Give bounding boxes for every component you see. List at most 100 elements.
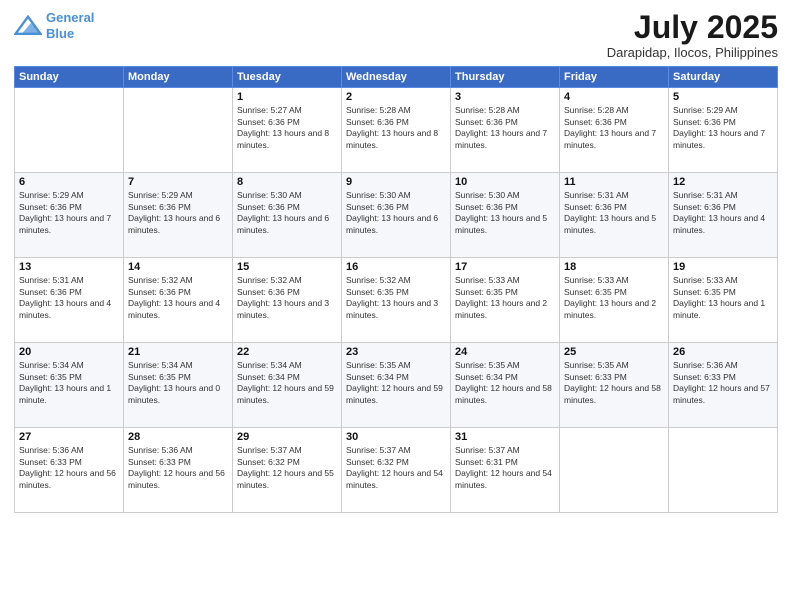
cell-info: Sunrise: 5:34 AM Sunset: 6:35 PM Dayligh… bbox=[19, 360, 119, 406]
calendar-cell: 28 Sunrise: 5:36 AM Sunset: 6:33 PM Dayli… bbox=[124, 428, 233, 513]
cell-day-number: 29 bbox=[237, 431, 337, 443]
cell-day-number: 15 bbox=[237, 261, 337, 273]
logo: General Blue bbox=[14, 10, 94, 41]
weekday-header-tuesday: Tuesday bbox=[233, 67, 342, 88]
header: General Blue July 2025 Darapidap, Ilocos… bbox=[14, 10, 778, 60]
calendar-week-2: 6 Sunrise: 5:29 AM Sunset: 6:36 PM Daylig… bbox=[15, 173, 778, 258]
calendar-cell: 6 Sunrise: 5:29 AM Sunset: 6:36 PM Daylig… bbox=[15, 173, 124, 258]
calendar-cell: 7 Sunrise: 5:29 AM Sunset: 6:36 PM Daylig… bbox=[124, 173, 233, 258]
cell-day-number: 14 bbox=[128, 261, 228, 273]
cell-info: Sunrise: 5:31 AM Sunset: 6:36 PM Dayligh… bbox=[564, 190, 664, 236]
calendar-cell: 29 Sunrise: 5:37 AM Sunset: 6:32 PM Dayli… bbox=[233, 428, 342, 513]
calendar-cell: 5 Sunrise: 5:29 AM Sunset: 6:36 PM Daylig… bbox=[669, 88, 778, 173]
weekday-header-sunday: Sunday bbox=[15, 67, 124, 88]
cell-info: Sunrise: 5:34 AM Sunset: 6:34 PM Dayligh… bbox=[237, 360, 337, 406]
cell-info: Sunrise: 5:37 AM Sunset: 6:32 PM Dayligh… bbox=[237, 445, 337, 491]
calendar-cell: 19 Sunrise: 5:33 AM Sunset: 6:35 PM Dayli… bbox=[669, 258, 778, 343]
calendar-week-1: 1 Sunrise: 5:27 AM Sunset: 6:36 PM Daylig… bbox=[15, 88, 778, 173]
page: General Blue July 2025 Darapidap, Ilocos… bbox=[0, 0, 792, 612]
cell-info: Sunrise: 5:29 AM Sunset: 6:36 PM Dayligh… bbox=[19, 190, 119, 236]
calendar-cell: 22 Sunrise: 5:34 AM Sunset: 6:34 PM Dayli… bbox=[233, 343, 342, 428]
cell-info: Sunrise: 5:31 AM Sunset: 6:36 PM Dayligh… bbox=[673, 190, 773, 236]
calendar-cell: 23 Sunrise: 5:35 AM Sunset: 6:34 PM Dayli… bbox=[342, 343, 451, 428]
calendar-cell bbox=[15, 88, 124, 173]
cell-info: Sunrise: 5:30 AM Sunset: 6:36 PM Dayligh… bbox=[237, 190, 337, 236]
cell-info: Sunrise: 5:37 AM Sunset: 6:32 PM Dayligh… bbox=[346, 445, 446, 491]
cell-day-number: 7 bbox=[128, 176, 228, 188]
cell-day-number: 20 bbox=[19, 346, 119, 358]
cell-info: Sunrise: 5:30 AM Sunset: 6:36 PM Dayligh… bbox=[455, 190, 555, 236]
cell-day-number: 30 bbox=[346, 431, 446, 443]
cell-info: Sunrise: 5:28 AM Sunset: 6:36 PM Dayligh… bbox=[564, 105, 664, 151]
weekday-header-monday: Monday bbox=[124, 67, 233, 88]
cell-day-number: 31 bbox=[455, 431, 555, 443]
cell-day-number: 5 bbox=[673, 91, 773, 103]
cell-day-number: 18 bbox=[564, 261, 664, 273]
calendar-cell: 16Sunrise: 5:32 AM Sunset: 6:35 PM Dayli… bbox=[342, 258, 451, 343]
cell-day-number: 23 bbox=[346, 346, 446, 358]
cell-info: Sunrise: 5:35 AM Sunset: 6:34 PM Dayligh… bbox=[346, 360, 446, 406]
cell-info: Sunrise: 5:29 AM Sunset: 6:36 PM Dayligh… bbox=[128, 190, 228, 236]
cell-day-number: 11 bbox=[564, 176, 664, 188]
cell-day-number: 10 bbox=[455, 176, 555, 188]
cell-info: Sunrise: 5:32 AM Sunset: 6:36 PM Dayligh… bbox=[128, 275, 228, 321]
weekday-header-wednesday: Wednesday bbox=[342, 67, 451, 88]
cell-info: Sunrise: 5:28 AM Sunset: 6:36 PM Dayligh… bbox=[455, 105, 555, 151]
calendar-week-5: 27Sunrise: 5:36 AM Sunset: 6:33 PM Dayli… bbox=[15, 428, 778, 513]
weekday-header-friday: Friday bbox=[560, 67, 669, 88]
cell-day-number: 8 bbox=[237, 176, 337, 188]
calendar-week-4: 20 Sunrise: 5:34 AM Sunset: 6:35 PM Dayli… bbox=[15, 343, 778, 428]
calendar-cell: 12Sunrise: 5:31 AM Sunset: 6:36 PM Dayli… bbox=[669, 173, 778, 258]
cell-info: Sunrise: 5:31 AM Sunset: 6:36 PM Dayligh… bbox=[19, 275, 119, 321]
weekday-header-saturday: Saturday bbox=[669, 67, 778, 88]
cell-day-number: 9 bbox=[346, 176, 446, 188]
cell-info: Sunrise: 5:32 AM Sunset: 6:36 PM Dayligh… bbox=[237, 275, 337, 321]
cell-day-number: 4 bbox=[564, 91, 664, 103]
cell-day-number: 2 bbox=[346, 91, 446, 103]
cell-day-number: 13 bbox=[19, 261, 119, 273]
calendar-table: SundayMondayTuesdayWednesdayThursdayFrid… bbox=[14, 66, 778, 513]
calendar-cell bbox=[669, 428, 778, 513]
cell-day-number: 6 bbox=[19, 176, 119, 188]
logo-line1: General bbox=[46, 10, 94, 25]
cell-day-number: 28 bbox=[128, 431, 228, 443]
calendar-week-3: 13 Sunrise: 5:31 AM Sunset: 6:36 PM Dayli… bbox=[15, 258, 778, 343]
calendar-cell: 9 Sunrise: 5:30 AM Sunset: 6:36 PM Daylig… bbox=[342, 173, 451, 258]
cell-day-number: 25 bbox=[564, 346, 664, 358]
cell-day-number: 19 bbox=[673, 261, 773, 273]
calendar-cell: 8 Sunrise: 5:30 AM Sunset: 6:36 PM Daylig… bbox=[233, 173, 342, 258]
cell-day-number: 21 bbox=[128, 346, 228, 358]
cell-day-number: 1 bbox=[237, 91, 337, 103]
cell-day-number: 22 bbox=[237, 346, 337, 358]
cell-info: Sunrise: 5:30 AM Sunset: 6:36 PM Dayligh… bbox=[346, 190, 446, 236]
calendar-cell: 4 Sunrise: 5:28 AM Sunset: 6:36 PM Daylig… bbox=[560, 88, 669, 173]
cell-info: Sunrise: 5:37 AM Sunset: 6:31 PM Dayligh… bbox=[455, 445, 555, 491]
cell-info: Sunrise: 5:36 AM Sunset: 6:33 PM Dayligh… bbox=[128, 445, 228, 491]
calendar-cell bbox=[124, 88, 233, 173]
cell-info: Sunrise: 5:35 AM Sunset: 6:33 PM Dayligh… bbox=[564, 360, 664, 406]
calendar-cell: 30 Sunrise: 5:37 AM Sunset: 6:32 PM Dayli… bbox=[342, 428, 451, 513]
cell-info: Sunrise: 5:29 AM Sunset: 6:36 PM Dayligh… bbox=[673, 105, 773, 151]
cell-info: Sunrise: 5:33 AM Sunset: 6:35 PM Dayligh… bbox=[673, 275, 773, 321]
calendar-cell bbox=[560, 428, 669, 513]
cell-info: Sunrise: 5:36 AM Sunset: 6:33 PM Dayligh… bbox=[19, 445, 119, 491]
cell-day-number: 26 bbox=[673, 346, 773, 358]
cell-info: Sunrise: 5:27 AM Sunset: 6:36 PM Dayligh… bbox=[237, 105, 337, 151]
cell-day-number: 24 bbox=[455, 346, 555, 358]
calendar-subtitle: Darapidap, Ilocos, Philippines bbox=[607, 45, 778, 60]
logo-text: General Blue bbox=[46, 10, 94, 41]
weekday-header-row: SundayMondayTuesdayWednesdayThursdayFrid… bbox=[15, 67, 778, 88]
weekday-header-thursday: Thursday bbox=[451, 67, 560, 88]
calendar-cell: 11 Sunrise: 5:31 AM Sunset: 6:36 PM Dayli… bbox=[560, 173, 669, 258]
cell-info: Sunrise: 5:34 AM Sunset: 6:35 PM Dayligh… bbox=[128, 360, 228, 406]
logo-line2: Blue bbox=[46, 26, 74, 41]
title-block: July 2025 Darapidap, Ilocos, Philippines bbox=[607, 10, 778, 60]
cell-info: Sunrise: 5:35 AM Sunset: 6:34 PM Dayligh… bbox=[455, 360, 555, 406]
cell-info: Sunrise: 5:33 AM Sunset: 6:35 PM Dayligh… bbox=[564, 275, 664, 321]
cell-day-number: 16 bbox=[346, 261, 446, 273]
calendar-cell: 24 Sunrise: 5:35 AM Sunset: 6:34 PM Dayli… bbox=[451, 343, 560, 428]
calendar-cell: 1 Sunrise: 5:27 AM Sunset: 6:36 PM Daylig… bbox=[233, 88, 342, 173]
calendar-title: July 2025 bbox=[607, 10, 778, 45]
calendar-cell: 18 Sunrise: 5:33 AM Sunset: 6:35 PM Dayli… bbox=[560, 258, 669, 343]
calendar-cell: 21 Sunrise: 5:34 AM Sunset: 6:35 PM Dayli… bbox=[124, 343, 233, 428]
